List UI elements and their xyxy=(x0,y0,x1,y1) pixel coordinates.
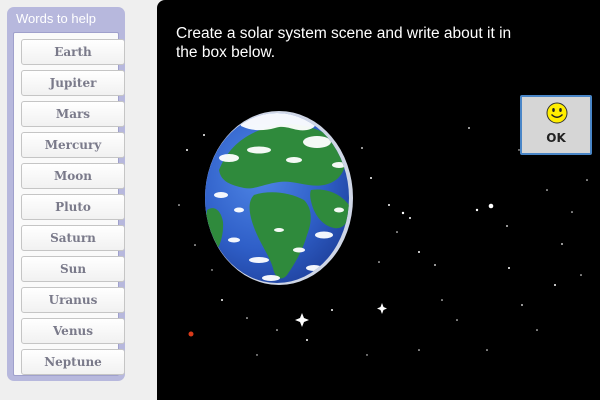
word-button-pluto[interactable]: Pluto xyxy=(21,194,125,220)
smiley-face-icon xyxy=(546,102,568,124)
ok-button[interactable]: OK xyxy=(520,95,592,155)
word-button-mercury[interactable]: Mercury xyxy=(21,132,125,158)
earth-planet-icon[interactable] xyxy=(199,110,359,290)
word-button-jupiter[interactable]: Jupiter xyxy=(21,70,125,96)
word-button-sun[interactable]: Sun xyxy=(21,256,125,282)
words-panel-title: Words to help xyxy=(16,11,96,26)
scene-canvas[interactable]: Create a solar system scene and write ab… xyxy=(157,0,600,400)
words-to-help-panel: Words to help Earth Jupiter Mars Mercury… xyxy=(7,7,125,381)
word-button-saturn[interactable]: Saturn xyxy=(21,225,125,251)
word-button-moon[interactable]: Moon xyxy=(21,163,125,189)
activity-window: Words to help Earth Jupiter Mars Mercury… xyxy=(0,0,600,400)
red-planet-icon xyxy=(188,331,194,337)
ok-button-label: OK xyxy=(546,131,566,145)
word-button-uranus[interactable]: Uranus xyxy=(21,287,125,313)
word-list: Earth Jupiter Mars Mercury Moon Pluto Sa… xyxy=(13,32,125,376)
word-button-venus[interactable]: Venus xyxy=(21,318,125,344)
word-button-earth[interactable]: Earth xyxy=(21,39,125,65)
word-button-mars[interactable]: Mars xyxy=(21,101,125,127)
instructions-text: Create a solar system scene and write ab… xyxy=(176,25,512,61)
word-button-neptune[interactable]: Neptune xyxy=(21,349,125,375)
